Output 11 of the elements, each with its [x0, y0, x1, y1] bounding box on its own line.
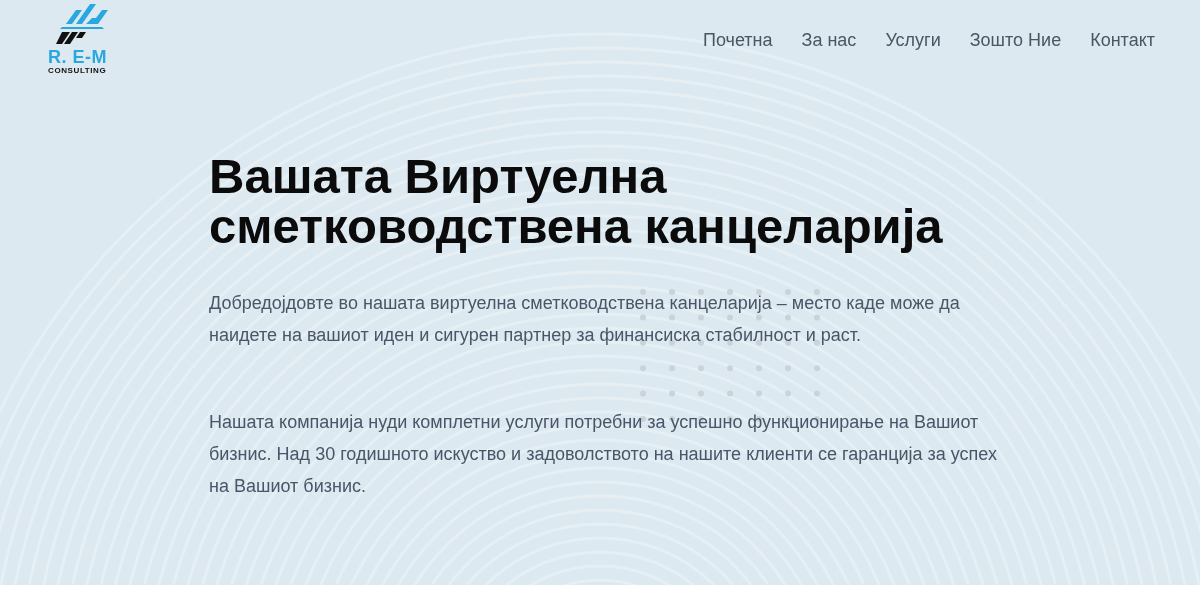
hero-paragraph: Добредојдовте во нашата виртуелна сметководствена канцеларија – место каде може да наидете на вашиот иден и сигурен партнер за финансиска стабилност и раст. [209, 292, 961, 347]
hero-title: Вашата Виртуелна [209, 151, 667, 201]
logo-name: R. E-M [48, 48, 107, 66]
nav-link[interactable]: Зошто Ние [969, 29, 1062, 51]
nav-link[interactable]: Контакт [1090, 29, 1155, 51]
hero-paragraph: Нашата компанија нуди комплетни услуги потребни за успешно функционирање на Вашиот бизнис. Над 30 годишното искуство и задоволството на нашите клиенти се гаранција за успех на Вашиот бизнис. [209, 411, 998, 498]
logo-icon [56, 2, 108, 46]
logo-tagline: CONSULTING [48, 66, 107, 76]
nav-link[interactable]: Услуги [885, 29, 941, 51]
nav-link[interactable]: За нас [801, 29, 857, 51]
nav-link[interactable]: Почетна [703, 29, 773, 51]
